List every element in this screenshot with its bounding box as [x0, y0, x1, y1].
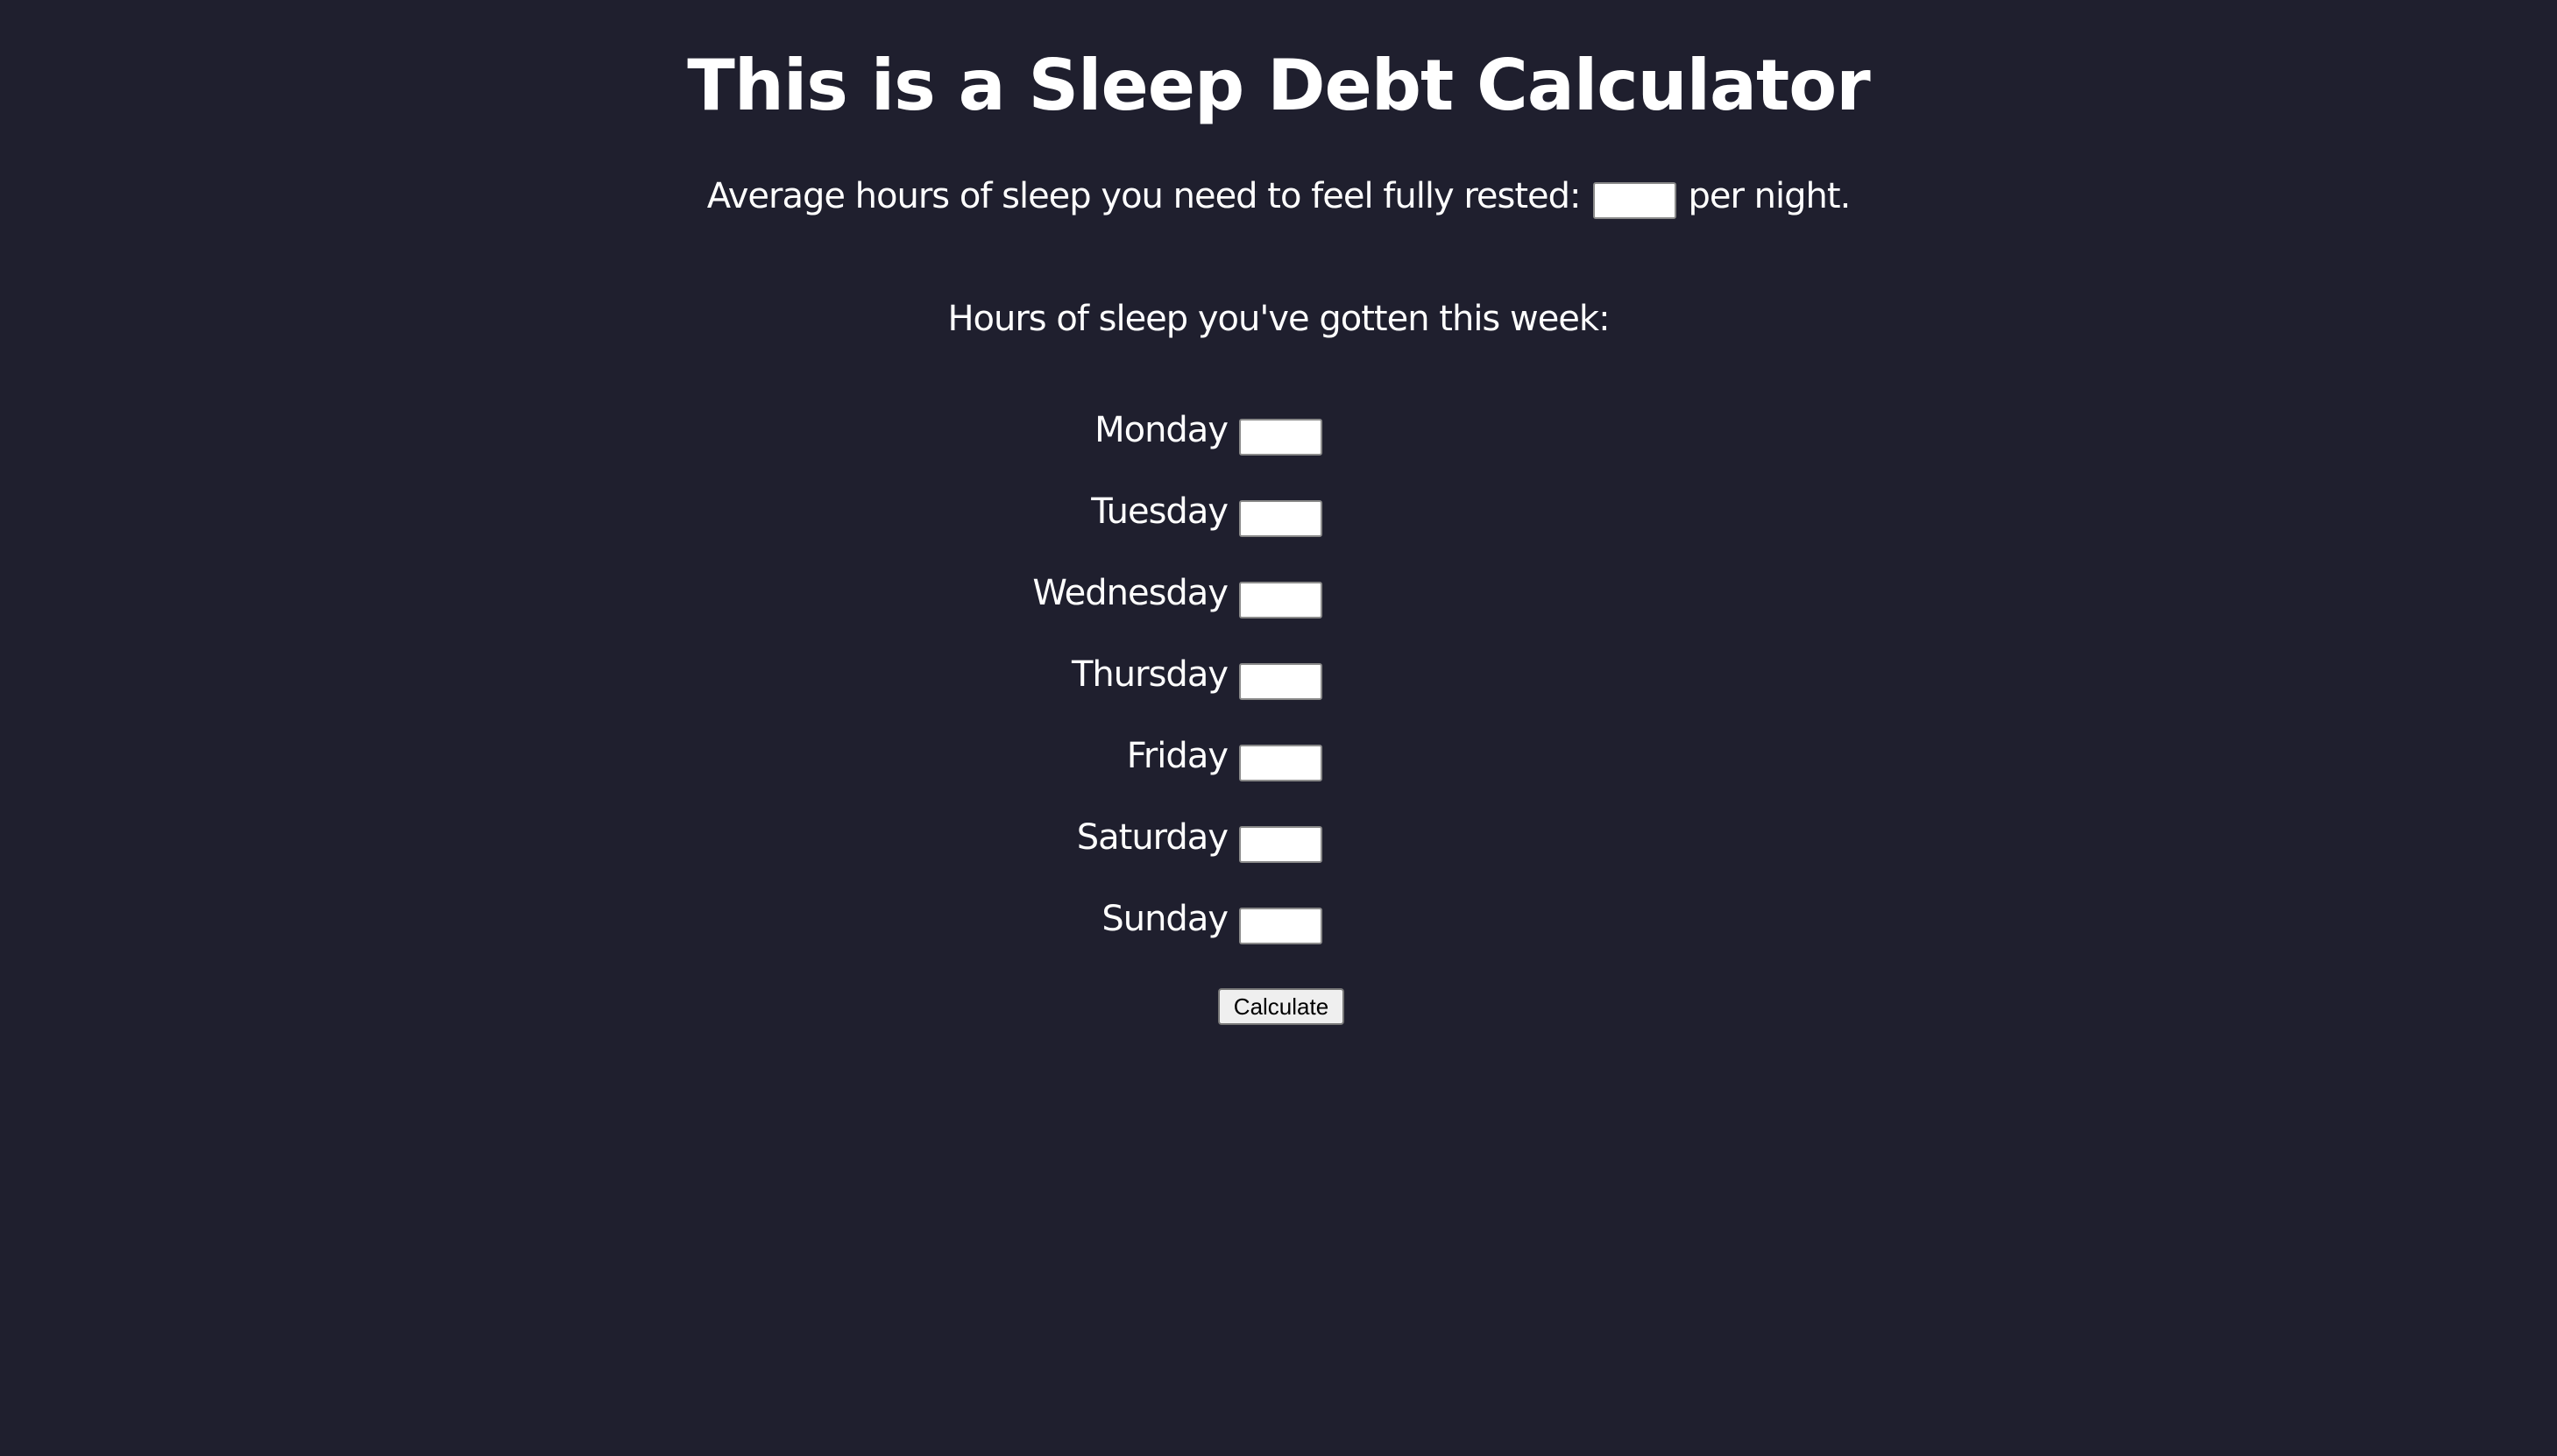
- day-input-wrap-monday: [1239, 419, 1322, 456]
- hours-needed-row: Average hours of sleep you need to feel …: [0, 170, 2557, 223]
- sleep-debt-page: { "page": { "title": "This is a Sleep De…: [0, 0, 2557, 1456]
- friday-hours-input[interactable]: [1239, 745, 1322, 781]
- day-label-sunday: Sunday: [1101, 899, 1229, 939]
- page-title: This is a Sleep Debt Calculator: [687, 45, 1870, 126]
- hours-needed-label: Average hours of sleep you need to feel …: [706, 176, 1582, 216]
- day-row-thursday: Thursday: [0, 651, 1322, 703]
- day-label-monday: Monday: [1094, 410, 1229, 450]
- day-label-wednesday: Wednesday: [1032, 573, 1229, 613]
- day-input-wrap-wednesday: [1239, 582, 1322, 618]
- day-input-wrap-thursday: [1239, 663, 1322, 700]
- hours-needed-input[interactable]: [1592, 182, 1676, 219]
- day-label-saturday: Saturday: [1076, 817, 1229, 858]
- sunday-hours-input[interactable]: [1239, 908, 1322, 944]
- day-row-saturday: Saturday: [0, 814, 1322, 866]
- day-label-thursday: Thursday: [1072, 654, 1229, 695]
- saturday-hours-input[interactable]: [1239, 826, 1322, 863]
- day-label-tuesday: Tuesday: [1091, 491, 1229, 532]
- day-input-wrap-tuesday: [1239, 500, 1322, 537]
- day-input-wrap-sunday: [1239, 908, 1322, 944]
- day-row-friday: Friday: [0, 732, 1322, 785]
- day-row-tuesday: Tuesday: [0, 488, 1322, 541]
- day-row-wednesday: Wednesday: [0, 569, 1322, 622]
- week-heading: Hours of sleep you've gotten this week:: [947, 299, 1610, 339]
- wednesday-hours-input[interactable]: [1239, 582, 1322, 618]
- day-input-wrap-friday: [1239, 745, 1322, 781]
- thursday-hours-input[interactable]: [1239, 663, 1322, 700]
- calculate-button[interactable]: Calculate: [1218, 988, 1344, 1025]
- day-input-wrap-saturday: [1239, 826, 1322, 863]
- per-night-label: per night.: [1688, 176, 1852, 216]
- tuesday-hours-input[interactable]: [1239, 500, 1322, 537]
- day-row-sunday: Sunday: [0, 895, 1322, 948]
- monday-hours-input[interactable]: [1239, 419, 1322, 456]
- day-label-friday: Friday: [1126, 736, 1229, 776]
- day-row-monday: Monday: [0, 406, 1322, 459]
